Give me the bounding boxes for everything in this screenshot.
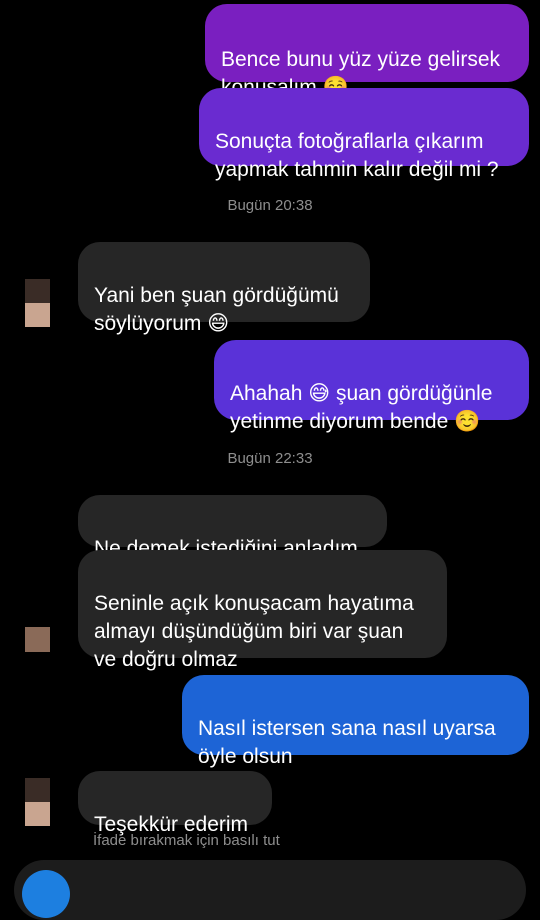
message-bubble-incoming[interactable]: Seninle açık konuşacam hayatıma almayı d… — [78, 550, 447, 671]
avatar[interactable] — [25, 627, 50, 652]
message-text: Nasıl istersen sana nasıl uyarsa öyle ol… — [198, 717, 496, 768]
message-composer[interactable] — [14, 860, 526, 920]
message-bubble-outgoing[interactable]: Bence bunu yüz yüze gelirsek konuşalım ☺… — [205, 4, 529, 99]
message-text: Sonuçta fotoğraflarla çıkarım yapmak tah… — [215, 130, 499, 181]
message-text: Yani ben şuan gördüğümü söylüyorum 😄 — [94, 284, 339, 335]
timestamp: Bugün 20:38 — [227, 197, 313, 214]
camera-icon[interactable] — [22, 870, 70, 918]
message-bubble-incoming[interactable]: Yani ben şuan gördüğümü söylüyorum 😄 — [78, 242, 370, 335]
message-bubble-incoming[interactable]: Ne demek istediğini anladım — [78, 495, 387, 560]
message-bubble-outgoing[interactable]: Sonuçta fotoğraflarla çıkarım yapmak tah… — [199, 88, 529, 181]
message-bubble-outgoing[interactable]: Nasıl istersen sana nasıl uyarsa öyle ol… — [182, 675, 529, 768]
avatar[interactable] — [25, 778, 50, 826]
avatar[interactable] — [25, 279, 50, 327]
message-text: Ahahah 😅 şuan gördüğünle yetinme diyorum… — [230, 382, 493, 433]
message-bubble-outgoing[interactable]: Ahahah 😅 şuan gördüğünle yetinme diyorum… — [214, 340, 529, 433]
timestamp: Bugün 22:33 — [227, 450, 313, 467]
message-bubble-incoming[interactable]: Teşekkür ederim — [78, 771, 272, 836]
message-text: Seninle açık konuşacam hayatıma almayı d… — [94, 592, 414, 671]
reaction-hint: İfade bırakmak için basılı tut — [93, 832, 280, 849]
